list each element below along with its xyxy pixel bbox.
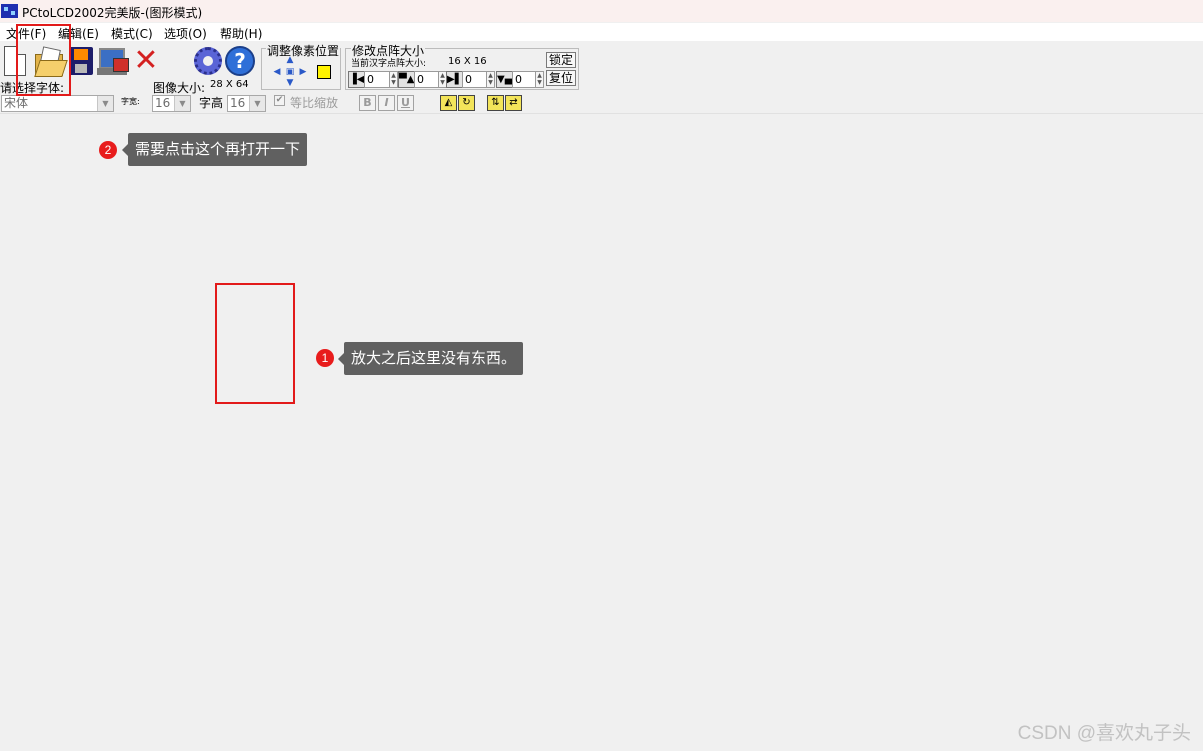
move-up-icon[interactable]: ▲ bbox=[285, 56, 295, 65]
left-spin-arrows[interactable]: ▲ ▼ bbox=[389, 71, 398, 88]
char-height-select[interactable]: 16 ▼ bbox=[227, 95, 266, 112]
title-bar: PCtoLCD2002完美版-(图形模式) bbox=[0, 0, 1203, 22]
char-width-label: 字宽: bbox=[121, 97, 140, 106]
canvas-highlight-box bbox=[215, 283, 295, 404]
menu-options[interactable]: 选项(O) bbox=[164, 25, 207, 42]
watermark: CSDN @喜欢丸子头 bbox=[1017, 723, 1191, 744]
menu-bar: 文件(F) 编辑(E) 模式(C) 选项(O) 帮助(H) bbox=[0, 23, 1203, 41]
help-icon[interactable]: ? bbox=[225, 46, 255, 76]
char-height-label: 字高 bbox=[199, 96, 224, 110]
font-select[interactable]: 宋体 ▼ bbox=[1, 95, 114, 112]
center-icon[interactable] bbox=[317, 65, 331, 79]
window-title: PCtoLCD2002完美版-(图形模式) bbox=[22, 6, 203, 20]
chevron-down-icon: ▼ bbox=[249, 96, 265, 111]
left-spin-input[interactable]: 0 bbox=[364, 71, 390, 88]
reset-button[interactable]: 复位 bbox=[546, 70, 576, 86]
mirror-icon[interactable]: ⇄ bbox=[505, 95, 522, 111]
right-spin-arrows[interactable]: ▲ ▼ bbox=[486, 71, 495, 88]
flip-horizontal-icon[interactable]: ◭ bbox=[440, 95, 457, 111]
proportional-checkbox[interactable]: ✔ bbox=[274, 95, 285, 106]
proportional-label: 等比缩放 bbox=[290, 96, 339, 110]
char-height-value: 16 bbox=[230, 96, 246, 110]
annotation-callout-2: 需要点击这个再打开一下 bbox=[121, 133, 308, 166]
image-size-label: 图像大小: bbox=[153, 81, 206, 95]
save-as-computer-icon[interactable] bbox=[97, 46, 129, 76]
save-disk-icon[interactable] bbox=[67, 46, 97, 76]
flip-vertical-icon[interactable]: ⇅ bbox=[487, 95, 504, 111]
close-x-icon[interactable]: ✕ bbox=[131, 46, 161, 76]
image-size-value: 28 X 64 bbox=[210, 79, 249, 90]
annotation-callout-1: 放大之后这里没有东西。 bbox=[337, 342, 524, 375]
italic-button[interactable]: I bbox=[378, 95, 395, 111]
menu-help[interactable]: 帮助(H) bbox=[220, 25, 262, 42]
current-size-value: 16 X 16 bbox=[448, 56, 487, 67]
lock-button[interactable]: 锁定 bbox=[546, 52, 576, 68]
shrink-right-icon[interactable]: ▶▌ bbox=[446, 71, 463, 88]
bottom-spin-arrows[interactable]: ▲ ▼ bbox=[535, 71, 544, 88]
gear-icon[interactable] bbox=[193, 46, 223, 76]
bold-button[interactable]: B bbox=[359, 95, 376, 111]
shrink-left-icon[interactable]: ▐◀ bbox=[348, 71, 365, 88]
shrink-top-icon[interactable]: ▀▲ bbox=[398, 71, 415, 88]
shrink-bottom-icon[interactable]: ▼▄ bbox=[496, 71, 513, 88]
font-select-value: 宋体 bbox=[4, 96, 29, 110]
app-icon bbox=[1, 4, 18, 18]
pixel-adjust-title: 调整像素位置 bbox=[266, 42, 341, 59]
menu-mode[interactable]: 模式(C) bbox=[111, 25, 153, 42]
move-down-icon[interactable]: ▼ bbox=[285, 79, 295, 88]
right-spin-input[interactable]: 0 bbox=[462, 71, 488, 88]
annotation-badge-2: 2 bbox=[99, 141, 117, 159]
rotate-icon[interactable]: ↻ bbox=[458, 95, 475, 111]
current-size-label: 当前汉字点阵大小: bbox=[351, 59, 427, 69]
open-highlight-box bbox=[16, 24, 71, 96]
chevron-down-icon: ▼ bbox=[97, 96, 113, 111]
move-left-icon[interactable]: ◀ bbox=[272, 68, 282, 77]
move-center-left-icon[interactable]: ▣ bbox=[285, 68, 295, 77]
top-spin-input[interactable]: 0 bbox=[414, 71, 440, 88]
chevron-down-icon: ▼ bbox=[174, 96, 190, 111]
move-right-icon[interactable]: ▶ bbox=[298, 68, 308, 77]
char-width-select[interactable]: 16 ▼ bbox=[152, 95, 191, 112]
annotation-badge-1: 1 bbox=[316, 349, 334, 367]
underline-button[interactable]: U bbox=[397, 95, 414, 111]
char-width-value: 16 bbox=[155, 96, 171, 110]
